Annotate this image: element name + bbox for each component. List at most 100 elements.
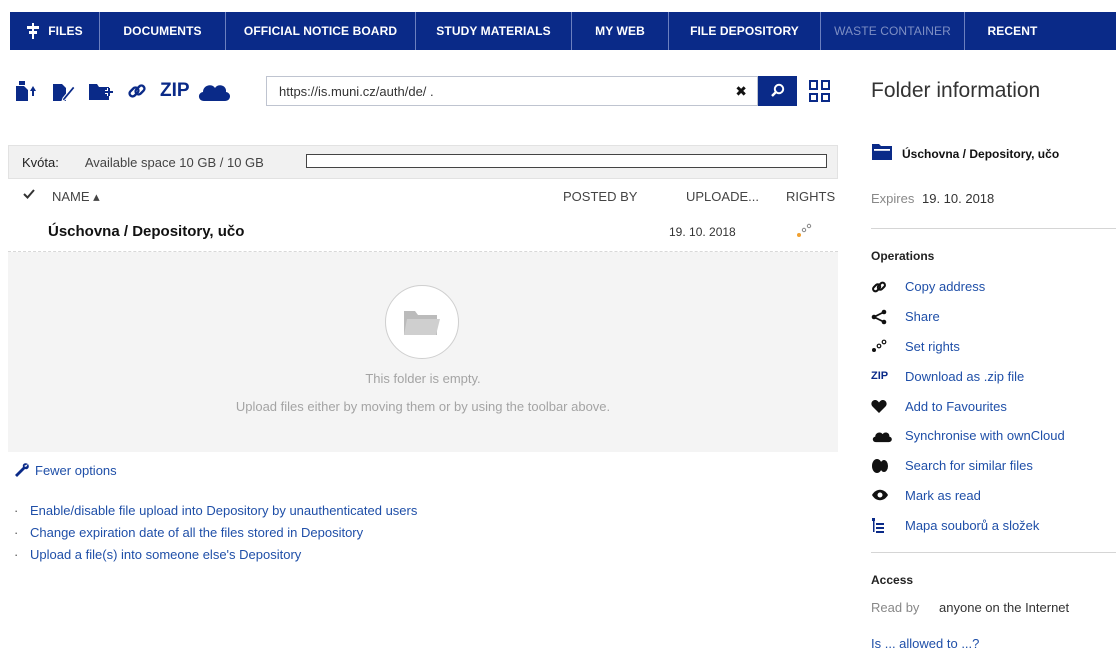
op-mark-read[interactable]: Mark as read (871, 481, 1065, 511)
fewer-options-toggle[interactable]: Fewer options (14, 462, 117, 478)
link-icon (871, 279, 905, 295)
quota-bar: Kvóta: Available space 10 GB / 10 GB (8, 145, 838, 179)
option-upload-toggle[interactable]: Enable/disable file upload into Deposito… (30, 502, 417, 524)
new-folder-icon[interactable] (88, 80, 114, 102)
nav-notice-label: OFFICIAL NOTICE BOARD (243, 24, 398, 38)
cloud-icon (871, 429, 905, 443)
expires-row: Expires 19. 10. 2018 (871, 191, 994, 206)
sidebar-title: Folder information (871, 79, 1041, 102)
read-by-row: Read by anyone on the Internet (871, 600, 1069, 615)
col-name[interactable]: NAME ▴ (52, 189, 100, 205)
op-search-similar[interactable]: Search for similar files (871, 451, 1065, 481)
op-label: Share (905, 309, 940, 325)
address-value: https://is.muni.cz/auth/de/ . (279, 83, 434, 99)
option-upload-others[interactable]: Upload a file(s) into someone else's Dep… (30, 546, 301, 568)
share-icon (871, 309, 905, 325)
quota-label: Kvóta: (22, 154, 59, 170)
nav-waste-label: WASTE CONTAINER (834, 24, 951, 38)
op-label: Synchronise with ownCloud (905, 428, 1065, 444)
nav-recent[interactable]: RECENT (965, 12, 1060, 50)
heart-icon (871, 399, 905, 414)
access-heading: Access (871, 573, 914, 587)
files-tree-icon (26, 23, 40, 39)
cloud-icon[interactable] (196, 80, 232, 102)
nav-files[interactable]: FILES (10, 12, 100, 50)
op-sync-owncloud[interactable]: Synchronise with ownCloud (871, 421, 1065, 451)
nav-depository-label: FILE DEPOSITORY (690, 24, 799, 38)
op-copy-address[interactable]: Copy address (871, 272, 1065, 302)
file-name[interactable]: Úschovna / Depository, učo (48, 223, 244, 240)
nav-recent-label: RECENT (987, 24, 1038, 38)
top-navigation: FILES DOCUMENTS OFFICIAL NOTICE BOARD ST… (10, 12, 1116, 50)
file-table-header: NAME ▴ POSTED BY UPLOADE... RIGHTS (8, 180, 838, 214)
nav-official-notice-board[interactable]: OFFICIAL NOTICE BOARD (226, 12, 416, 50)
wrench-icon (14, 462, 30, 478)
op-share[interactable]: Share (871, 302, 1065, 332)
nav-myweb-label: MY WEB (595, 24, 645, 38)
toolbar: ZIP (14, 78, 245, 104)
expires-value: 19. 10. 2018 (921, 191, 995, 206)
list-item[interactable]: · Change expiration date of all the files… (14, 524, 417, 546)
search-button[interactable] (758, 76, 797, 106)
quota-value: Available space 10 GB / 10 GB (84, 154, 264, 170)
op-download-zip[interactable]: ZIP Download as .zip file (871, 361, 1065, 391)
rights-icon (871, 338, 905, 354)
options-list: · Enable/disable file upload into Deposit… (14, 502, 417, 568)
nav-study-materials[interactable]: STUDY MATERIALS (416, 12, 572, 50)
op-label: Mark as read (905, 487, 981, 503)
nav-study-label: STUDY MATERIALS (436, 24, 551, 38)
upload-file-icon[interactable] (14, 80, 38, 102)
similar-icon (871, 458, 905, 474)
op-label: Search for similar files (905, 458, 1033, 474)
table-row[interactable]: Úschovna / Depository, učo 19. 10. 2018 (8, 216, 838, 252)
empty-folder-area: This folder is empty. Upload files eithe… (8, 252, 838, 452)
edit-file-icon[interactable] (51, 80, 75, 102)
nav-my-web[interactable]: MY WEB (572, 12, 669, 50)
col-uploaded[interactable]: UPLOADE... (686, 189, 759, 204)
col-posted-by[interactable]: POSTED BY (563, 189, 637, 204)
zip-button[interactable]: ZIP (160, 80, 190, 102)
list-item[interactable]: · Enable/disable file upload into Deposit… (14, 502, 417, 524)
op-add-favourites[interactable]: Add to Favourites (871, 391, 1065, 421)
divider (871, 228, 1116, 229)
nav-files-label: FILES (48, 24, 83, 38)
option-change-expiration[interactable]: Change expiration date of all the files … (30, 524, 363, 546)
nav-file-depository[interactable]: FILE DEPOSITORY (669, 12, 821, 50)
folder-icon (871, 143, 893, 164)
file-uploaded: 19. 10. 2018 (669, 225, 736, 239)
empty-folder-icon (385, 285, 459, 359)
op-label: Add to Favourites (905, 398, 1007, 414)
op-set-rights[interactable]: Set rights (871, 332, 1065, 362)
nav-documents[interactable]: DOCUMENTS (100, 12, 226, 50)
read-by-value: anyone on the Internet (939, 600, 1070, 615)
clear-icon[interactable]: ✖ (735, 83, 747, 100)
read-by-label: Read by (871, 600, 920, 615)
op-map[interactable]: Mapa souborů a složek (871, 510, 1065, 540)
expires-label: Expires (871, 191, 915, 206)
empty-hint: Upload files either by moving them or by… (235, 399, 611, 414)
col-rights[interactable]: RIGHTS (786, 189, 835, 204)
operations-list: Copy address Share Set rights ZIP Downlo… (871, 272, 1065, 540)
zip-icon: ZIP (871, 370, 889, 383)
link-icon[interactable] (127, 81, 147, 101)
map-icon (871, 517, 905, 534)
allowed-link[interactable]: Is ... allowed to ...? (871, 636, 979, 649)
op-label: Set rights (905, 338, 960, 354)
nav-documents-label: DOCUMENTS (123, 24, 202, 38)
grid-view-icon[interactable] (809, 80, 831, 102)
nav-waste-container: WASTE CONTAINER (821, 12, 965, 50)
list-item[interactable]: · Upload a file(s) into someone else's De… (14, 546, 417, 568)
quota-progress (306, 154, 827, 168)
operations-heading: Operations (871, 249, 935, 263)
fewer-options-label: Fewer options (35, 462, 117, 478)
op-label: Copy address (905, 279, 986, 295)
sidebar-folder: Úschovna / Depository, učo (871, 143, 1059, 164)
empty-message: This folder is empty. (365, 371, 481, 386)
address-field[interactable]: https://is.muni.cz/auth/de/ . ✖ (266, 76, 758, 106)
select-all-check-icon[interactable] (23, 188, 35, 203)
search-icon (770, 83, 785, 100)
op-label: Mapa souborů a složek (905, 517, 1040, 533)
rights-icon[interactable] (796, 222, 812, 241)
sidebar-folder-name: Úschovna / Depository, učo (902, 146, 1060, 161)
eye-icon (871, 489, 905, 501)
